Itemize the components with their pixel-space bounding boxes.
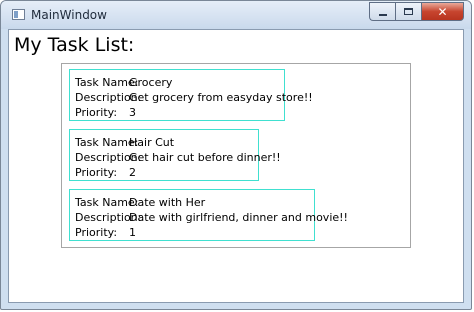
window-title: MainWindow: [31, 8, 107, 22]
task-priority-row: Priority: 1: [75, 225, 314, 240]
task-priority-label: Priority:: [75, 106, 118, 119]
task-priority-row: Priority: 3: [75, 105, 284, 120]
task-description-value: Get hair cut before dinner!!: [129, 151, 281, 164]
page-title: My Task List:: [14, 34, 135, 56]
task-priority-label: Priority:: [75, 166, 118, 179]
minimize-icon: [378, 13, 387, 16]
main-window: MainWindow ✕ My Task List: Task Name:Gro…: [0, 0, 472, 310]
task-name-label: Task Name:: [75, 196, 139, 209]
task-priority-value: 2: [129, 166, 136, 179]
task-list[interactable]: Task Name:Grocery Description:Get grocer…: [61, 63, 411, 248]
task-name-row: Task Name:Grocery: [75, 75, 284, 90]
task-description-row: Description:Date with girlfriend, dinner…: [75, 210, 348, 225]
minimize-button[interactable]: [369, 2, 395, 21]
app-window-icon[interactable]: [12, 9, 25, 20]
task-description-row: Description:Get hair cut before dinner!!: [75, 150, 281, 165]
task-priority-value: 3: [129, 106, 136, 119]
task-description-label: Description:: [75, 211, 142, 224]
task-name-row: Task Name:Date with Her: [75, 195, 314, 210]
title-bar[interactable]: MainWindow ✕: [1, 1, 471, 29]
task-description-value: Date with girlfriend, dinner and movie!!: [129, 211, 348, 224]
task-priority-row: Priority: 2: [75, 165, 258, 180]
task-description-row: Description:Get grocery from easyday sto…: [75, 90, 313, 105]
task-item[interactable]: Task Name:Date with Her Description:Date…: [69, 189, 348, 241]
caption-buttons: ✕: [369, 2, 464, 22]
task-item[interactable]: Task Name:Hair Cut Description:Get hair …: [69, 129, 281, 181]
maximize-icon: [404, 8, 413, 15]
close-button[interactable]: ✕: [421, 2, 464, 21]
client-area: My Task List: Task Name:Grocery Descript…: [8, 29, 464, 303]
task-name-value: Hair Cut: [129, 136, 175, 149]
task-name-value: Date with Her: [129, 196, 206, 209]
task-description-value: Get grocery from easyday store!!: [129, 91, 313, 104]
task-name-row: Task Name:Hair Cut: [75, 135, 258, 150]
task-priority-label: Priority:: [75, 226, 118, 239]
task-item[interactable]: Task Name:Grocery Description:Get grocer…: [69, 69, 313, 121]
task-description-label: Description:: [75, 151, 142, 164]
task-priority-value: 1: [129, 226, 136, 239]
task-name-label: Task Name:: [75, 136, 139, 149]
maximize-button[interactable]: [395, 2, 421, 21]
task-description-label: Description:: [75, 91, 142, 104]
task-name-label: Task Name:: [75, 76, 139, 89]
close-icon: ✕: [437, 4, 448, 19]
task-name-value: Grocery: [129, 76, 173, 89]
